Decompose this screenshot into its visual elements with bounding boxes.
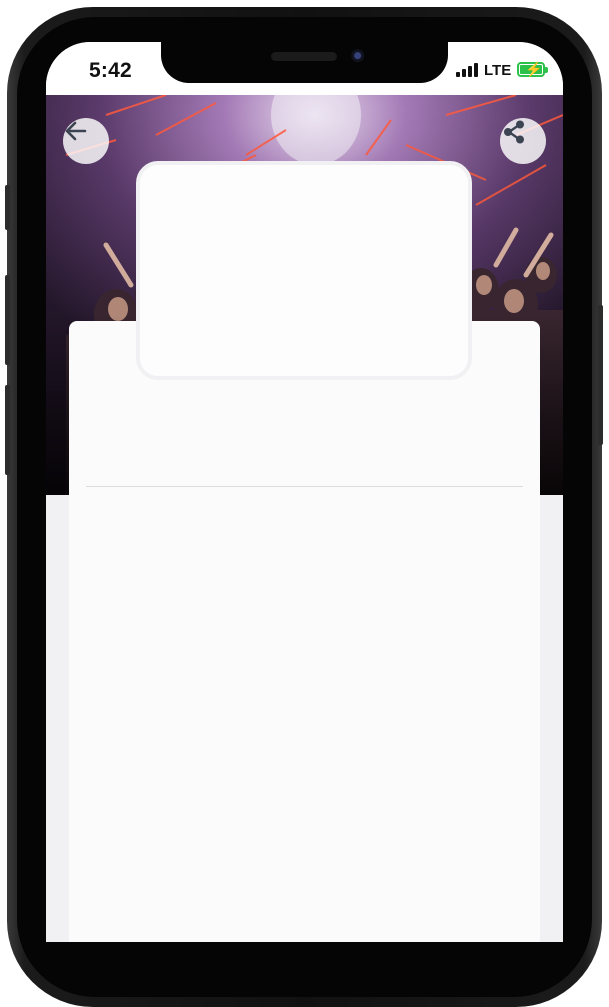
front-camera bbox=[350, 48, 367, 65]
signal-icon bbox=[456, 63, 480, 77]
share-button[interactable] bbox=[500, 118, 546, 164]
app-screen: 5:42 LTE ⚡ bbox=[46, 42, 563, 942]
card-divider bbox=[86, 486, 523, 487]
mute-switch bbox=[5, 185, 10, 230]
notch bbox=[161, 42, 448, 83]
power-button bbox=[598, 305, 603, 445]
event-details-card bbox=[69, 321, 540, 942]
volume-up-button bbox=[5, 275, 10, 365]
volume-down-button bbox=[5, 385, 10, 475]
event-thumbnail-card bbox=[136, 161, 472, 380]
network-type: LTE bbox=[484, 62, 512, 79]
status-time: 5:42 bbox=[89, 59, 132, 82]
arrow-left-icon bbox=[65, 121, 87, 141]
back-button[interactable] bbox=[63, 118, 109, 164]
earpiece-speaker bbox=[271, 52, 337, 61]
battery-icon: ⚡ bbox=[517, 61, 548, 77]
share-icon bbox=[504, 120, 524, 144]
